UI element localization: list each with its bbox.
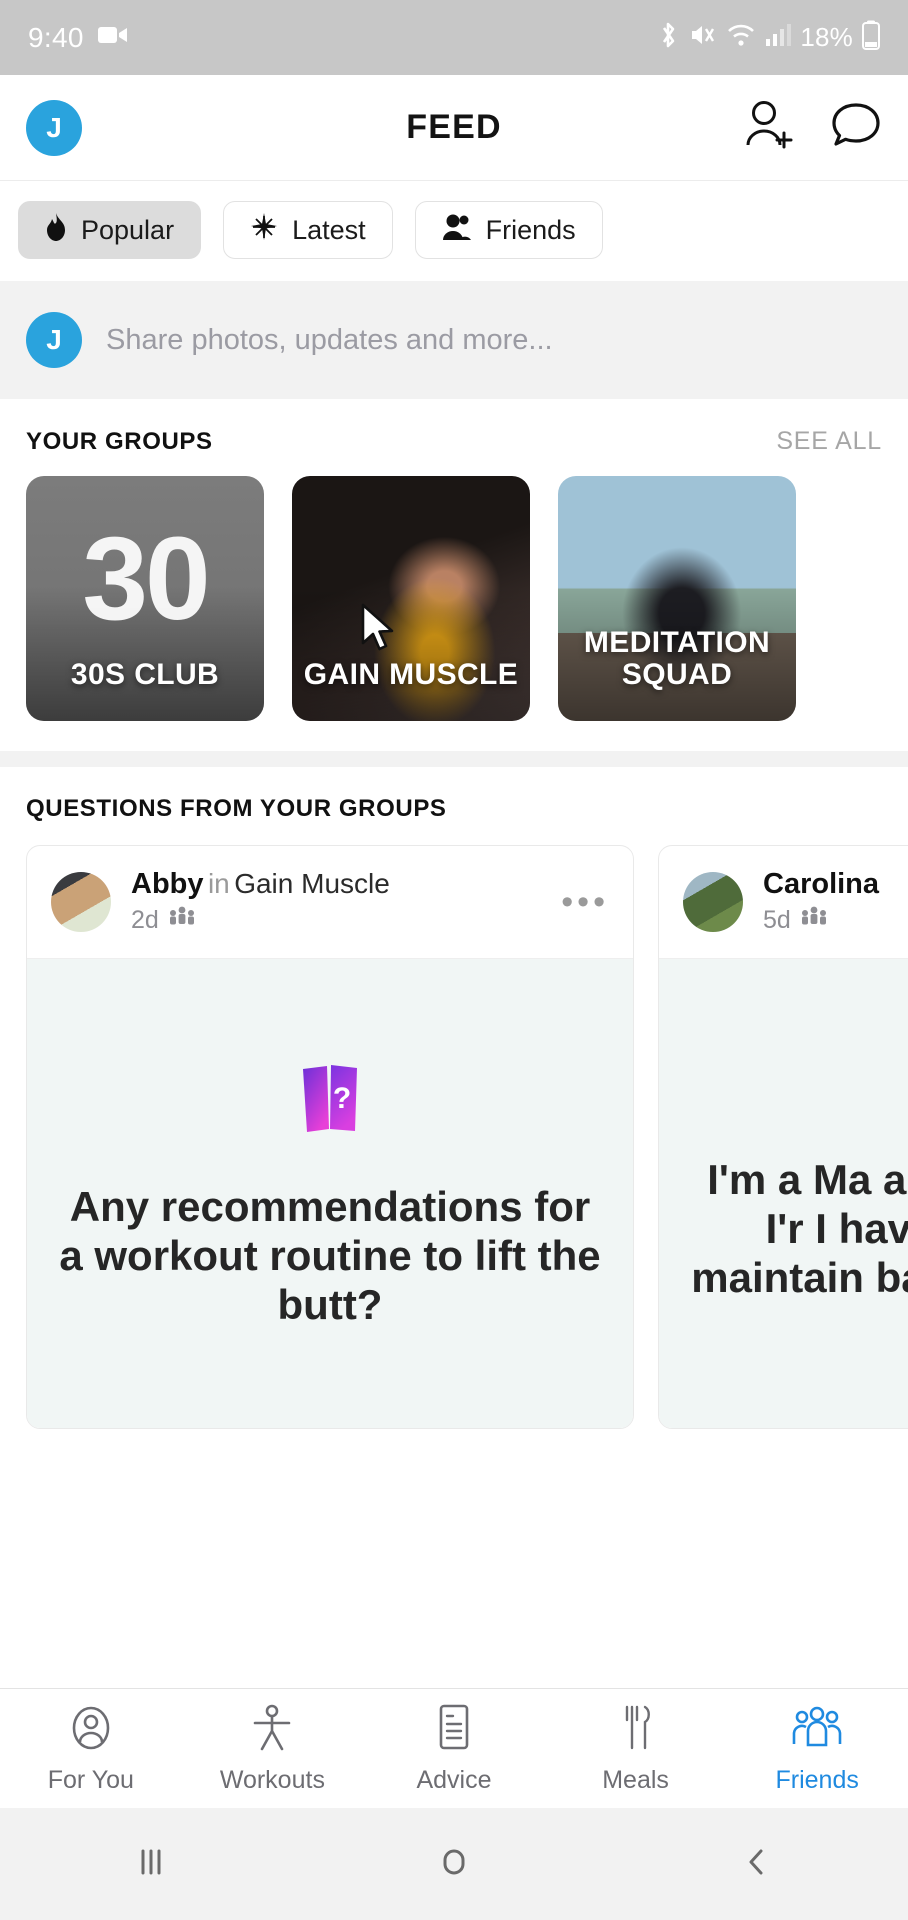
- filter-chip-popular-label: Popular: [81, 214, 175, 245]
- recents-icon[interactable]: [129, 1840, 173, 1889]
- people-icon: [442, 213, 472, 248]
- group-people-icon: [791, 1703, 843, 1758]
- nav-item-workouts[interactable]: Workouts: [188, 1703, 356, 1795]
- group-cards-carousel[interactable]: 30S CLUB GAIN MUSCLE MEDITATION SQUAD: [0, 470, 908, 721]
- status-bar: 9:40 18%: [0, 0, 908, 75]
- question-author[interactable]: Carolina: [763, 868, 879, 900]
- question-card-body: ? Any recommendations for a workout rout…: [27, 958, 633, 1428]
- question-card-header: Carolina 5d: [659, 846, 908, 958]
- your-groups-title: YOUR GROUPS: [26, 428, 213, 455]
- questions-section: QUESTIONS FROM YOUR GROUPS Abby in Gain …: [0, 767, 908, 1429]
- your-groups-header: YOUR GROUPS SEE ALL: [0, 399, 908, 470]
- battery-percent: 18%: [800, 22, 853, 52]
- back-icon[interactable]: [735, 1840, 779, 1889]
- question-card-body: I'm a Ma and I hav sports, I'r I have ne…: [659, 958, 908, 1428]
- question-author[interactable]: Abby: [131, 868, 204, 900]
- mute-icon: [689, 21, 717, 54]
- home-icon[interactable]: [432, 1840, 476, 1889]
- avatar: [683, 872, 743, 932]
- video-recording-icon: [97, 24, 128, 51]
- group-members-icon: [801, 905, 827, 936]
- system-navigation-bar: [0, 1808, 908, 1920]
- composer-row[interactable]: J Share photos, updates and more...: [0, 281, 908, 651]
- composer-placeholder[interactable]: Share photos, updates and more...: [106, 324, 553, 357]
- question-time: 5d: [763, 906, 791, 934]
- nav-item-friends[interactable]: Friends: [733, 1703, 901, 1795]
- sparkle-icon: [250, 212, 278, 248]
- more-options-icon[interactable]: •••: [561, 883, 609, 922]
- app-screen: 9:40 18% J FEED Popular Latest Friends J…: [0, 0, 908, 1920]
- nav-label: For You: [47, 1765, 134, 1794]
- flame-icon: [45, 212, 67, 249]
- group-card[interactable]: 30S CLUB: [26, 476, 264, 721]
- fork-knife-icon: [614, 1703, 658, 1758]
- battery-icon: [862, 20, 880, 55]
- questions-carousel[interactable]: Abby in Gain Muscle 2d ••• ? Any recomme…: [0, 837, 908, 1429]
- question-cards-icon: ?: [57, 1061, 603, 1142]
- group-card[interactable]: GAIN MUSCLE: [292, 476, 530, 721]
- nav-label: Advice: [416, 1765, 492, 1794]
- question-author-block: Abby in Gain Muscle 2d: [131, 868, 390, 936]
- question-author-block: Carolina 5d: [763, 868, 879, 936]
- cellular-signal-icon: [765, 23, 792, 52]
- svg-text:?: ?: [333, 1082, 351, 1115]
- feed-filter-chips: Popular Latest Friends: [0, 181, 908, 281]
- avatar: [51, 872, 111, 932]
- filter-chip-friends[interactable]: Friends: [414, 201, 603, 259]
- question-text: Any recommendations for a workout routin…: [59, 1183, 601, 1329]
- status-bar-left: 9:40: [28, 22, 128, 54]
- running-person-icon: [248, 1703, 296, 1758]
- question-text: I'm a Ma and I hav sports, I'r I have ne…: [691, 1156, 908, 1302]
- question-meta: 5d: [763, 905, 879, 936]
- questions-header: QUESTIONS FROM YOUR GROUPS: [0, 767, 908, 837]
- question-meta: 2d: [131, 905, 390, 936]
- mouse-cursor: [360, 603, 400, 660]
- nav-item-meals[interactable]: Meals: [552, 1703, 720, 1795]
- header-actions: [502, 99, 882, 156]
- filter-chip-latest[interactable]: Latest: [223, 201, 393, 259]
- group-card-label: 30S CLUB: [70, 658, 220, 692]
- nav-label: Meals: [602, 1765, 669, 1794]
- group-members-icon: [169, 905, 195, 936]
- section-divider: [0, 751, 908, 767]
- filter-chip-friends-label: Friends: [485, 214, 576, 245]
- add-friend-icon[interactable]: [742, 99, 796, 156]
- in-word: in: [207, 868, 230, 899]
- question-card-header: Abby in Gain Muscle 2d •••: [27, 846, 633, 958]
- filter-chip-popular[interactable]: Popular: [18, 201, 202, 259]
- bottom-navigation: For You Workouts Advice Meals Friends: [0, 1688, 908, 1808]
- nav-label: Workouts: [219, 1765, 325, 1794]
- question-card[interactable]: Carolina 5d I'm a Ma and I hav sports, I…: [658, 845, 908, 1429]
- status-time: 9:40: [28, 21, 84, 53]
- document-list-icon: [432, 1703, 476, 1758]
- person-circle-icon: [67, 1703, 115, 1758]
- page-title: FEED: [406, 108, 502, 146]
- question-time: 2d: [131, 906, 159, 934]
- messages-icon[interactable]: [830, 100, 882, 155]
- group-card[interactable]: MEDITATION SQUAD: [558, 476, 796, 721]
- nav-label: Friends: [775, 1765, 859, 1794]
- questions-title: QUESTIONS FROM YOUR GROUPS: [26, 795, 447, 822]
- group-card-label: MEDITATION SQUAD: [583, 626, 771, 692]
- question-group[interactable]: Gain Muscle: [234, 868, 390, 899]
- bluetooth-icon: [656, 20, 680, 55]
- wifi-icon: [726, 22, 756, 53]
- composer-avatar: J: [26, 312, 82, 368]
- nav-item-advice[interactable]: Advice: [370, 1703, 538, 1795]
- status-bar-right: 18%: [656, 20, 880, 55]
- see-all-link[interactable]: SEE ALL: [776, 427, 882, 456]
- profile-avatar[interactable]: J: [26, 99, 82, 156]
- filter-chip-latest-label: Latest: [292, 214, 366, 245]
- app-header: J FEED: [0, 75, 908, 181]
- group-card-label: GAIN MUSCLE: [303, 658, 519, 692]
- question-card[interactable]: Abby in Gain Muscle 2d ••• ? Any recomme…: [26, 845, 634, 1429]
- nav-item-for-you[interactable]: For You: [7, 1703, 175, 1795]
